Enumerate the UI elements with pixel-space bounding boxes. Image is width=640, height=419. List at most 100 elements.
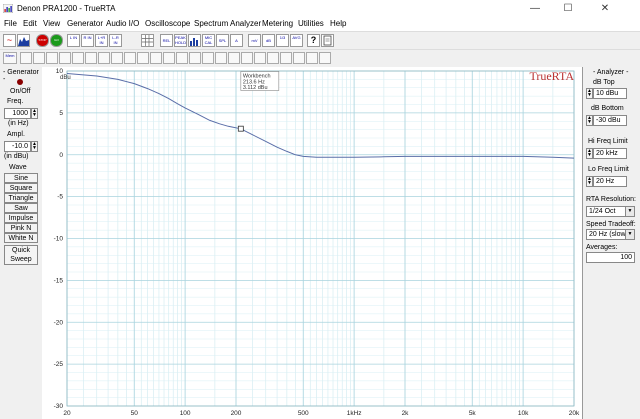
sine-wave-button[interactable]: ~ — [3, 34, 16, 47]
mem-slot-5[interactable] — [72, 52, 84, 64]
wave-white-noise-button[interactable]: White N — [4, 233, 38, 243]
rta-resolution-select[interactable]: 1/24 Oct ▼ — [586, 206, 635, 217]
r-in-button[interactable]: R IN — [81, 34, 94, 47]
mem-slot-18[interactable] — [241, 52, 253, 64]
help-button[interactable]: ? — [307, 34, 320, 47]
weighting-button[interactable]: A — [230, 34, 243, 47]
ampl-label: Ampl. — [7, 131, 25, 138]
mem-slot-9[interactable] — [124, 52, 136, 64]
l-in-button[interactable]: L IN — [67, 34, 80, 47]
mem-slot-16[interactable] — [215, 52, 227, 64]
menu-utilities[interactable]: Utilities — [298, 19, 324, 28]
hi-freq-input[interactable]: 20 kHz — [593, 148, 627, 159]
grid-icon — [142, 35, 153, 46]
wave-sine-button[interactable]: Sine — [4, 173, 38, 183]
peak-hold-button[interactable]: PEAK HOLD — [174, 34, 187, 47]
wave-pink-noise-button[interactable]: Pink N — [4, 223, 38, 233]
x-tick-label: 20k — [569, 410, 580, 417]
on-off-button[interactable]: On/Off — [10, 88, 31, 95]
mem-slot-10[interactable] — [137, 52, 149, 64]
freq-input[interactable]: 1000 — [4, 108, 31, 119]
mem-slot-22[interactable] — [293, 52, 305, 64]
db-bottom-input[interactable]: -30 dBu — [593, 115, 627, 126]
mem-slot-15[interactable] — [202, 52, 214, 64]
rel-button[interactable]: REL — [160, 34, 173, 47]
db-bottom-spinner[interactable]: ▲ ▼ — [586, 115, 593, 126]
avg-button[interactable]: AVG — [290, 34, 303, 47]
oct-button[interactable]: 1/3 — [276, 34, 289, 47]
menu-generator[interactable]: Generator — [67, 19, 103, 28]
mem-slot-12[interactable] — [163, 52, 175, 64]
x-tick-label: 1kHz — [347, 410, 362, 417]
y-tick-label: -15 — [54, 277, 64, 284]
go-button[interactable]: GO — [50, 34, 63, 47]
mem-slot-13[interactable] — [176, 52, 188, 64]
freq-spinner[interactable]: ▲ ▼ — [31, 108, 38, 119]
mv-button[interactable]: mV — [248, 34, 261, 47]
menu-spectrum-analyzer[interactable]: Spectrum Analyzer — [194, 19, 261, 28]
mem-slot-6[interactable] — [85, 52, 97, 64]
mem-slot-21[interactable] — [280, 52, 292, 64]
mem-slot-14[interactable] — [189, 52, 201, 64]
x-tick-label: 50 — [131, 410, 139, 417]
menu-file[interactable]: File — [4, 19, 17, 28]
mic-cal-button[interactable]: MIC CAL — [202, 34, 215, 47]
db-button[interactable]: dB — [262, 34, 275, 47]
close-button[interactable]: ✕ — [590, 0, 620, 18]
wave-label: Wave — [9, 164, 27, 171]
ampl-input[interactable]: -10.0 — [4, 141, 31, 152]
info-icon — [323, 35, 332, 46]
freq-label: Freq. — [7, 98, 24, 105]
mem-slot-11[interactable] — [150, 52, 162, 64]
spl-button[interactable]: SPL — [216, 34, 229, 47]
chevron-down-icon: ▼ — [625, 207, 634, 216]
db-top-input[interactable]: 10 dBu — [593, 88, 627, 99]
mem-slot-19[interactable] — [254, 52, 266, 64]
menu-audio-io[interactable]: Audio I/O — [106, 19, 139, 28]
minimize-button[interactable]: — — [520, 0, 550, 18]
db-top-spinner[interactable]: ▲ ▼ — [586, 88, 593, 99]
info-button[interactable] — [321, 34, 334, 47]
bars-icon — [190, 38, 198, 46]
window-title: Denon PRA1200 - TrueRTA — [17, 4, 116, 13]
menu-view[interactable]: View — [43, 19, 60, 28]
wave-triangle-button[interactable]: Triangle — [4, 193, 38, 203]
mem-slot-4[interactable] — [59, 52, 71, 64]
averages-input[interactable]: 100 — [586, 252, 635, 263]
maximize-button[interactable]: ☐ — [553, 0, 583, 18]
mem-slot-23[interactable] — [306, 52, 318, 64]
spectrum-button[interactable] — [17, 34, 30, 47]
quick-sweep-button[interactable]: Quick Sweep — [4, 245, 38, 265]
grid-button[interactable] — [141, 34, 154, 47]
lr-diff-button[interactable]: L-R IN — [109, 34, 122, 47]
lr-in-button[interactable]: L+R IN — [95, 34, 108, 47]
wave-impulse-button[interactable]: Impulse — [4, 213, 38, 223]
stop-button[interactable]: STOP — [36, 34, 49, 47]
mem-slot-1[interactable] — [20, 52, 32, 64]
mem-slot-2[interactable] — [33, 52, 45, 64]
menu-metering[interactable]: Metering — [262, 19, 293, 28]
mem-slot-24[interactable] — [319, 52, 331, 64]
menu-oscilloscope[interactable]: Oscilloscope — [145, 19, 190, 28]
rta-graph[interactable]: 1050-5-10-15-20-25-3020 50 100 200 500 1kHz 2k… — [42, 67, 582, 419]
lo-freq-input[interactable]: 20 Hz — [593, 176, 627, 187]
speed-tradeoff-label: Speed Tradeoff: — [586, 221, 636, 228]
mem-slot-17[interactable] — [228, 52, 240, 64]
bars-button[interactable] — [188, 34, 201, 47]
mem-slot-20[interactable] — [267, 52, 279, 64]
truerta-watermark: TrueRTA — [529, 69, 574, 83]
menu-help[interactable]: Help — [330, 19, 346, 28]
menu-edit[interactable]: Edit — [23, 19, 37, 28]
mem-slot-8[interactable] — [111, 52, 123, 64]
speed-tradeoff-select[interactable]: 20 Hz (slow) ▼ — [586, 229, 635, 240]
menu-bar: File Edit View Generator Audio I/O Oscil… — [0, 18, 640, 31]
wave-square-button[interactable]: Square — [4, 183, 38, 193]
y-tick-label: 10 — [56, 68, 64, 75]
mem-button[interactable]: Mem — [3, 52, 17, 64]
wave-saw-button[interactable]: Saw — [4, 203, 38, 213]
ampl-spinner[interactable]: ▲ ▼ — [31, 141, 38, 152]
lo-freq-spinner[interactable]: ▲ ▼ — [586, 176, 593, 187]
hi-freq-spinner[interactable]: ▲ ▼ — [586, 148, 593, 159]
mem-slot-3[interactable] — [46, 52, 58, 64]
mem-slot-7[interactable] — [98, 52, 110, 64]
